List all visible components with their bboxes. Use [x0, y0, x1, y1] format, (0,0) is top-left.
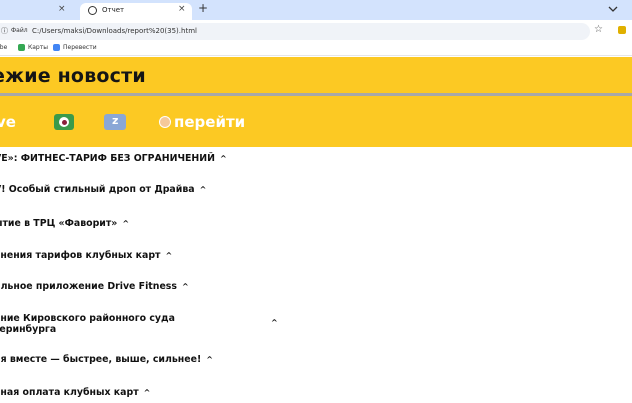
url-text[interactable]: C:/Users/maksi/Downloads/report%20(35).h…: [32, 27, 197, 35]
news-item[interactable]: ильное приложение Drive Fitness ^: [0, 281, 189, 292]
bookmark-label: Перевести: [63, 44, 97, 51]
site-info-icon[interactable]: ⓘ: [1, 26, 8, 36]
news-item-title: ытие в ТРЦ «Фаворит»: [0, 218, 118, 229]
url-field[interactable]: ⓘ Файл C:/Users/maksi/Downloads/report%2…: [0, 23, 590, 40]
page-title: ежие новости: [0, 65, 146, 87]
bookmarks-bar: ube Карты Перевести: [0, 42, 632, 56]
news-item[interactable]: ение Кировского районного суда теринбург…: [0, 313, 175, 335]
page-header: ежие новости ve z перейти: [0, 57, 632, 147]
news-item-title-line1: ение Кировского районного суда: [0, 313, 175, 324]
news-item[interactable]: ытие в ТРЦ «Фаворит» ^: [0, 218, 129, 229]
news-item[interactable]: чная оплата клубных карт ^: [0, 387, 150, 398]
news-item-title: V! Особый стильный дроп от Драйва: [0, 184, 195, 195]
tab-close-icon[interactable]: ×: [58, 4, 66, 14]
header-divider: [0, 93, 632, 96]
scheme-label: Файл: [11, 27, 28, 34]
chevron-up-icon[interactable]: ^: [122, 219, 129, 228]
bookmark-maps[interactable]: Карты: [18, 44, 48, 51]
extension-icon[interactable]: [618, 26, 626, 34]
chevron-up-icon[interactable]: ^: [144, 388, 151, 397]
news-item[interactable]: VE»: ФИТНЕС-ТАРИФ БЕЗ ОГРАНИЧЕНИЙ ^: [0, 153, 227, 164]
nav-link-left[interactable]: ve: [0, 113, 16, 131]
bookmark-translate[interactable]: Перевести: [53, 44, 97, 51]
tab-title: Отчет: [102, 6, 125, 14]
news-item-title: ильное приложение Drive Fitness: [0, 281, 177, 292]
nav-link-go[interactable]: перейти: [174, 113, 245, 131]
news-item-title-line2: теринбурга: [0, 324, 57, 335]
news-item-title: чная оплата клубных карт: [0, 387, 139, 398]
translate-icon: [53, 44, 60, 51]
chevron-up-icon[interactable]: ^: [220, 154, 227, 163]
bookmark-label: ube: [0, 44, 8, 51]
news-item-title: енения тарифов клубных карт: [0, 250, 161, 261]
bookmark-youtube[interactable]: ube: [0, 44, 7, 51]
eye-icon[interactable]: [54, 114, 74, 130]
tab-strip: × Отчет × +: [0, 0, 632, 20]
globe-icon: [88, 6, 97, 15]
chevron-up-icon[interactable]: ^: [271, 318, 278, 327]
news-item[interactable]: енения тарифов клубных карт ^: [0, 250, 172, 261]
tab-close-icon[interactable]: ×: [178, 4, 186, 14]
globe-icon: [159, 116, 171, 128]
news-item-title: VE»: ФИТНЕС-ТАРИФ БЕЗ ОГРАНИЧЕНИЙ: [0, 153, 215, 164]
address-bar: ⓘ Файл C:/Users/maksi/Downloads/report%2…: [0, 20, 632, 42]
chevron-up-icon[interactable]: ^: [166, 251, 173, 260]
bookmark-label: Карты: [28, 44, 48, 51]
news-item[interactable]: ия вместе — быстрее, выше, сильнее! ^: [0, 354, 213, 365]
news-item[interactable]: V! Особый стильный дроп от Драйва ^: [0, 184, 206, 195]
header-nav: ve z перейти: [0, 111, 632, 137]
sleep-icon[interactable]: z: [104, 114, 126, 130]
new-tab-button[interactable]: +: [198, 1, 208, 15]
maps-icon: [18, 44, 25, 51]
bookmark-star-icon[interactable]: ☆: [594, 24, 603, 35]
chevron-down-icon[interactable]: [606, 4, 620, 14]
chevron-up-icon[interactable]: ^: [182, 282, 189, 291]
chevron-up-icon[interactable]: ^: [200, 185, 207, 194]
tab-active[interactable]: Отчет ×: [80, 3, 192, 20]
tab-previous[interactable]: ×: [0, 3, 74, 20]
chevron-up-icon[interactable]: ^: [206, 355, 213, 364]
news-item-title: ия вместе — быстрее, выше, сильнее!: [0, 354, 202, 365]
